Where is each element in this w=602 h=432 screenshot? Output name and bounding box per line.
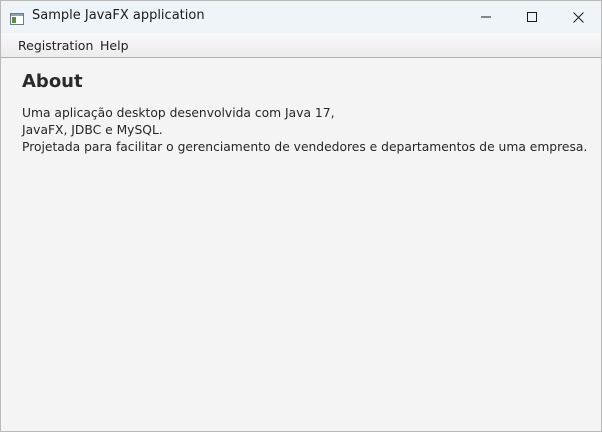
- close-button[interactable]: [555, 1, 601, 33]
- menu-bar: Registration Help: [1, 33, 601, 58]
- maximize-icon: [527, 12, 537, 22]
- about-heading: About: [22, 71, 83, 92]
- about-view: About Uma aplicação desktop desenvolvida…: [1, 58, 601, 431]
- close-icon: [572, 11, 584, 23]
- app-window-icon: [10, 10, 24, 25]
- about-description: Uma aplicação desktop desenvolvida com J…: [22, 105, 587, 156]
- about-line: Projetada para facilitar o gerenciamento…: [22, 140, 588, 154]
- title-bar[interactable]: Sample JavaFX application: [1, 1, 601, 33]
- application-window: Sample JavaFX application Registration H…: [0, 0, 602, 432]
- about-line: Uma aplicação desktop desenvolvida com J…: [22, 106, 335, 120]
- minimize-button[interactable]: [463, 1, 509, 33]
- minimize-icon: [481, 12, 491, 22]
- menu-registration[interactable]: Registration: [18, 38, 93, 53]
- menu-help[interactable]: Help: [100, 38, 129, 53]
- maximize-button[interactable]: [509, 1, 555, 33]
- about-line: JavaFX, JDBC e MySQL.: [22, 123, 163, 137]
- window-title: Sample JavaFX application: [32, 8, 205, 23]
